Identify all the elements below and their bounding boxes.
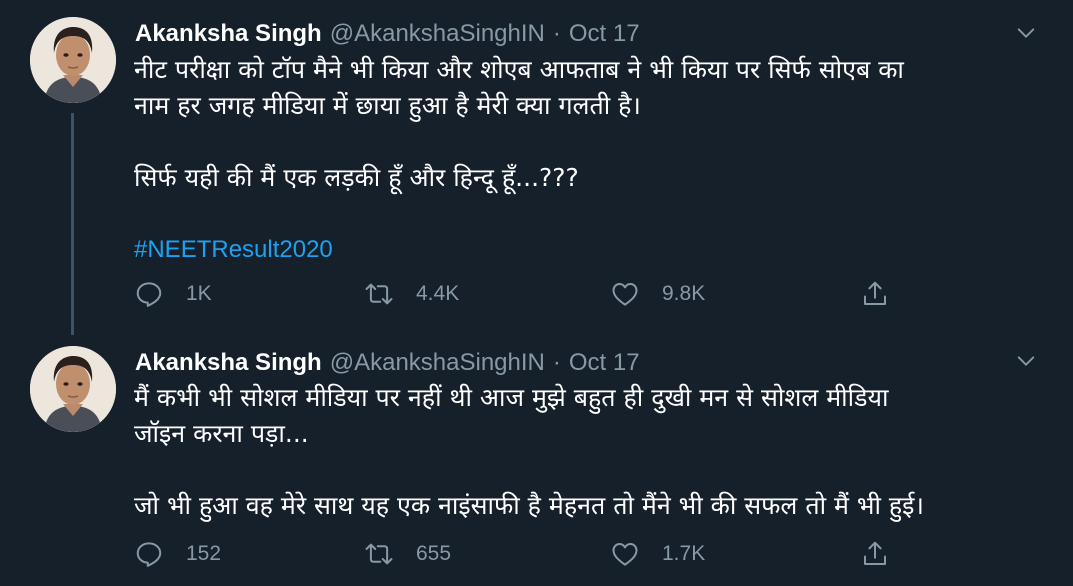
- chevron-down-icon[interactable]: [1015, 22, 1037, 44]
- separator: ·: [552, 20, 561, 47]
- tweet-header: Akanksha Singh @AkankshaSinghIN · Oct 17: [135, 348, 640, 378]
- tweet-line: जॉइन करना पड़ा...: [134, 419, 309, 448]
- like-count: 1.7K: [662, 542, 706, 565]
- reply-count: 1K: [186, 282, 212, 305]
- tweet-date[interactable]: Oct 17: [569, 349, 640, 376]
- reply-icon: [136, 542, 162, 567]
- tweet-date[interactable]: Oct 17: [569, 20, 640, 47]
- tweet-actions: 152 655 1.7K: [134, 536, 914, 572]
- heart-icon: [612, 283, 638, 306]
- tweet-line: जो भी हुआ वह मेरे साथ यह एक नाइंसाफी है …: [134, 491, 924, 520]
- avatar-image: [30, 346, 116, 432]
- reply-count: 152: [186, 542, 222, 565]
- avatar-image: [30, 17, 116, 103]
- reply-button[interactable]: 152: [134, 536, 221, 572]
- tweet-text: मैं कभी भी सोशल मीडिया पर नहीं थी आज मुझ…: [134, 380, 1024, 524]
- tweet-line: नाम हर जगह मीडिया में छाया हुआ है मेरी क…: [134, 91, 641, 120]
- author-name[interactable]: Akanksha Singh: [135, 20, 322, 47]
- avatar[interactable]: [30, 17, 116, 103]
- tweet[interactable]: Akanksha Singh @AkankshaSinghIN · Oct 17 नी…: [0, 0, 1073, 340]
- chevron-down-icon[interactable]: [1015, 350, 1037, 372]
- like-button[interactable]: 1.7K: [610, 536, 705, 572]
- tweet-line: नीट परीक्षा को टॉप मैने भी किया और शोएब …: [134, 55, 904, 84]
- author-name[interactable]: Akanksha Singh: [135, 349, 322, 376]
- tweet-actions: 1K 4.4K 9.8K: [134, 276, 914, 312]
- like-button[interactable]: 9.8K: [610, 276, 705, 312]
- share-icon: [864, 541, 886, 565]
- retweet-count: 655: [416, 542, 452, 565]
- author-handle[interactable]: @AkankshaSinghIN: [330, 20, 545, 47]
- retweet-icon: [365, 283, 393, 305]
- reply-icon: [136, 282, 162, 307]
- thread-line: [71, 113, 74, 335]
- retweet-count: 4.4K: [416, 282, 460, 305]
- retweet-button[interactable]: 655: [364, 536, 451, 572]
- tweet[interactable]: Akanksha Singh @AkankshaSinghIN · Oct 17 मै…: [0, 340, 1073, 586]
- timeline: Akanksha Singh @AkankshaSinghIN · Oct 17 नी…: [0, 0, 1073, 586]
- share-button[interactable]: [860, 536, 890, 572]
- heart-icon: [612, 543, 638, 566]
- reply-button[interactable]: 1K: [134, 276, 212, 312]
- tweet-line: मैं कभी भी सोशल मीडिया पर नहीं थी आज मुझ…: [134, 383, 889, 412]
- retweet-icon: [365, 543, 393, 565]
- avatar[interactable]: [30, 346, 116, 432]
- tweet-text: नीट परीक्षा को टॉप मैने भी किया और शोएब …: [134, 52, 1024, 268]
- like-count: 9.8K: [662, 282, 706, 305]
- separator: ·: [552, 349, 561, 376]
- author-handle[interactable]: @AkankshaSinghIN: [330, 349, 545, 376]
- share-button[interactable]: [860, 276, 890, 312]
- tweet-header: Akanksha Singh @AkankshaSinghIN · Oct 17: [135, 19, 640, 49]
- share-icon: [864, 281, 886, 305]
- retweet-button[interactable]: 4.4K: [364, 276, 459, 312]
- tweet-line: सिर्फ यही की मैं एक लड़की हूँ और हिन्दू …: [134, 163, 579, 192]
- hashtag-link[interactable]: #NEETResult2020: [134, 232, 1024, 268]
